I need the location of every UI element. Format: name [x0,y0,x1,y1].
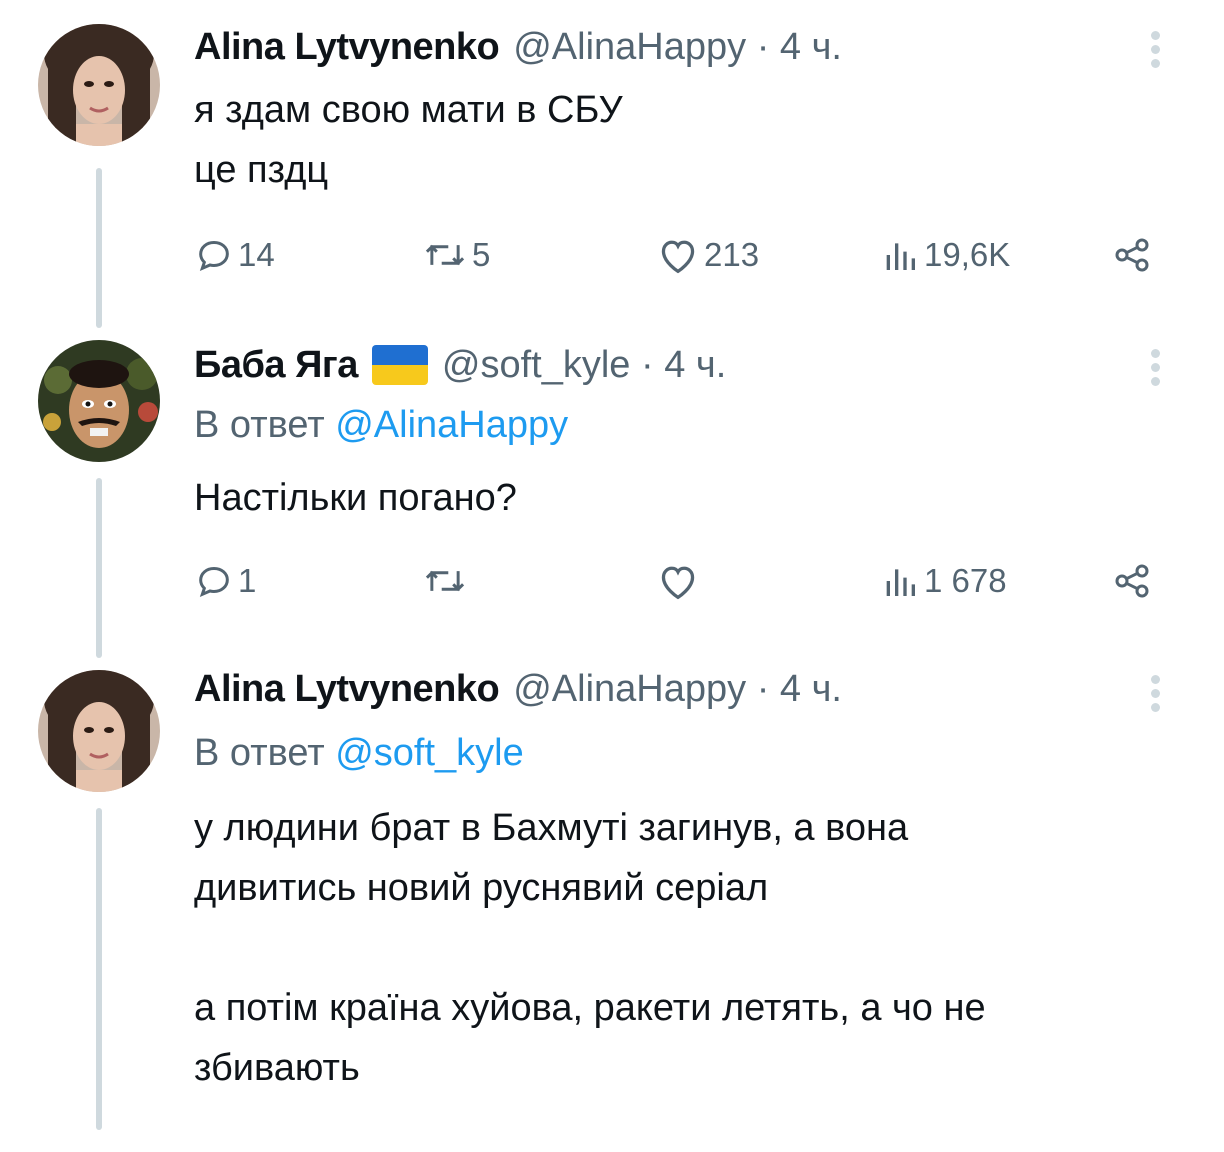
more-options-icon[interactable] [1148,26,1162,73]
reply-context: В ответ @soft_kyle [194,732,524,775]
retweet-icon [425,244,465,266]
avatar[interactable] [38,670,160,792]
tweet-actions: 14 5 213 19,6K [194,230,1164,280]
author-handle[interactable]: @AlinaHappy · 4 ч. [513,26,842,69]
reply-button[interactable]: 14 [194,230,275,280]
views-icon [886,569,915,596]
reply-count: 14 [238,236,275,273]
timestamp[interactable]: · 4 ч. [757,668,842,710]
share-button[interactable] [1112,556,1152,606]
reply-icon [199,240,229,272]
retweet-button[interactable]: 5 [422,230,490,280]
reply-button[interactable]: 1 [194,556,256,606]
thread-line [96,168,102,328]
timestamp[interactable]: · 4 ч. [641,344,726,386]
timestamp[interactable]: · 4 ч. [757,26,842,68]
tweet-text: я здам свою мати в СБУ це пздц [194,89,623,191]
tweet-text: Настільки погано? [194,477,517,519]
views-icon [886,243,915,270]
thread-line [96,478,102,658]
author-name[interactable]: Баба Яга [194,344,358,387]
reply-context: В ответ @AlinaHappy [194,404,568,447]
tweet-text: у людини брат в Бахмуті загинув, а вона … [194,807,986,1089]
views-button[interactable]: 19,6K [880,230,1010,280]
author-name[interactable]: Alina Lytvynenko [194,668,500,711]
retweet-count: 5 [472,236,491,273]
like-button[interactable] [656,556,704,606]
avatar[interactable] [38,340,160,462]
thread-line [96,808,102,1130]
author-name[interactable]: Alina Lytvynenko [194,26,500,69]
more-options-icon[interactable] [1148,344,1162,391]
ukraine-flag-icon [371,345,428,385]
tweet-header: Alina Lytvynenko @AlinaHappy · 4 ч. [194,666,842,712]
avatar[interactable] [38,24,160,146]
views-count: 1 678 [924,562,1007,599]
reply-count: 1 [238,562,257,599]
tweet-actions: 1 1 678 [194,556,1164,606]
share-button[interactable] [1112,230,1152,280]
reply-prefix: В ответ [194,732,325,774]
reply-handle-link[interactable]: @AlinaHappy [335,404,568,446]
like-button[interactable]: 213 [656,230,759,280]
heart-icon [661,566,695,600]
tweet-header: Alina Lytvynenko @AlinaHappy · 4 ч. [194,24,842,70]
retweet-button[interactable] [422,556,472,606]
more-options-icon[interactable] [1148,670,1162,717]
share-icon [1115,238,1149,272]
like-count: 213 [704,236,760,273]
tweet-header: Баба Яга @soft_kyle · 4 ч. [194,342,726,388]
author-handle[interactable]: @soft_kyle · 4 ч. [442,344,726,387]
retweet-icon [425,570,465,592]
reply-handle-link[interactable]: @soft_kyle [335,732,524,774]
author-handle[interactable]: @AlinaHappy · 4 ч. [513,668,842,711]
reply-prefix: В ответ [194,404,325,446]
heart-icon [661,240,695,274]
views-count: 19,6K [924,236,1011,273]
reply-icon [199,566,229,598]
share-icon [1115,564,1149,598]
views-button[interactable]: 1 678 [880,556,1007,606]
